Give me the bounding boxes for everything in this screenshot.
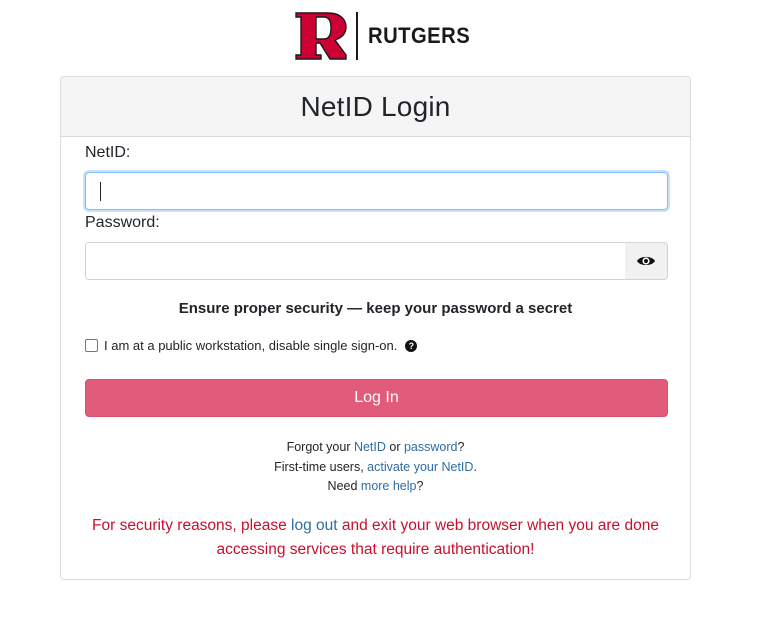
- warning-prefix: For security reasons, please: [92, 517, 292, 534]
- need-suffix: ?: [416, 479, 424, 493]
- forgot-suffix: ?: [457, 440, 465, 454]
- login-page: RUTGERS NetID Login NetID: Password: Ens…: [0, 0, 775, 639]
- or-text: or: [385, 440, 404, 454]
- public-workstation-label[interactable]: I am at a public workstation, disable si…: [104, 338, 397, 353]
- password-input[interactable]: [85, 242, 626, 280]
- forgot-prefix: Forgot your: [286, 440, 354, 454]
- logout-link[interactable]: log out: [291, 517, 338, 534]
- need-prefix: Need: [327, 479, 361, 493]
- help-links: Forgot your NetID or password? First-tim…: [61, 438, 690, 497]
- netid-label: NetID:: [85, 144, 131, 161]
- first-time-prefix: First-time users,: [274, 459, 368, 474]
- eye-icon: [637, 256, 655, 266]
- activate-netid-link[interactable]: activate your NetID: [367, 460, 473, 474]
- text-caret: [100, 182, 101, 201]
- login-button[interactable]: Log In: [85, 379, 668, 417]
- need-help-line: Need more help?: [61, 477, 690, 497]
- question-circle-icon[interactable]: ?: [405, 339, 418, 352]
- rutgers-logo: RUTGERS: [294, 10, 479, 62]
- forgot-password-link[interactable]: password: [404, 440, 458, 454]
- netid-input[interactable]: [85, 172, 668, 210]
- more-help-link[interactable]: more help: [361, 479, 417, 493]
- rutgers-r-logo-icon: [295, 12, 347, 60]
- forgot-line: Forgot your NetID or password?: [61, 438, 690, 458]
- card-header: NetID Login: [61, 77, 690, 137]
- rutgers-wordmark: RUTGERS: [368, 23, 471, 48]
- public-workstation-option: I am at a public workstation, disable si…: [85, 338, 418, 353]
- forgot-netid-link[interactable]: NetID: [354, 440, 386, 454]
- security-warning: For security reasons, please log out and…: [61, 514, 690, 562]
- security-note: Ensure proper security — keep your passw…: [178, 300, 573, 317]
- login-card: NetID Login NetID: Password: Ensure prop…: [60, 76, 691, 580]
- page-title: NetID Login: [300, 90, 451, 122]
- public-workstation-checkbox[interactable]: [85, 339, 98, 352]
- logo-divider: [356, 12, 358, 60]
- password-label: Password:: [85, 214, 160, 231]
- first-time-suffix: .: [473, 459, 477, 474]
- show-password-button[interactable]: [625, 242, 668, 280]
- first-time-line: First-time users, activate your NetID.: [61, 458, 690, 478]
